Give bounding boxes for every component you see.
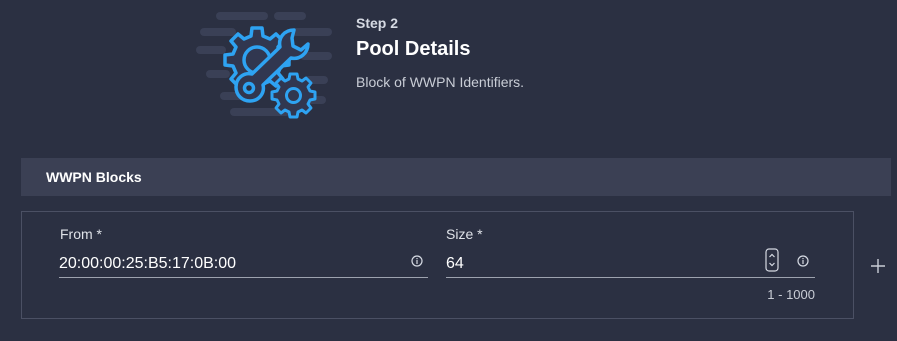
settings-gears-illustration xyxy=(196,12,332,119)
size-range-hint: 1 - 1000 xyxy=(767,287,815,302)
step-label: Step 2 xyxy=(356,15,399,31)
step-header: Step 2 Pool Details Block of WWPN Identi… xyxy=(356,14,524,91)
page-title: Pool Details xyxy=(356,38,471,60)
size-input-value: 64 xyxy=(446,255,464,272)
wwpn-blocks-section-header: WWPN Blocks xyxy=(21,158,891,196)
plus-icon[interactable] xyxy=(870,258,886,274)
info-icon[interactable] xyxy=(797,255,809,267)
from-field-label: From * xyxy=(60,226,102,242)
from-input[interactable]: 20:00:00:25:B5:17:0B:00 xyxy=(59,250,428,278)
step-description: Block of WWPN Identifiers. xyxy=(356,74,525,90)
from-input-value: 20:00:00:25:B5:17:0B:00 xyxy=(59,255,237,272)
size-field-label: Size * xyxy=(446,226,483,242)
size-input[interactable]: 64 xyxy=(446,250,815,278)
info-icon[interactable] xyxy=(411,255,423,267)
stepper-icon[interactable] xyxy=(765,248,779,272)
